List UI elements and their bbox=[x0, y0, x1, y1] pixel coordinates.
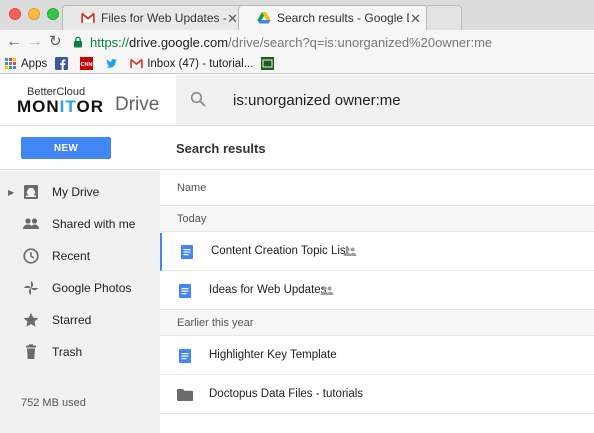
bookmark-label: Inbox (47) - tutorial... bbox=[147, 57, 254, 70]
cnn-icon: CNN bbox=[80, 57, 94, 70]
sidebar: ▶ My Drive Shared with me Recent Google … bbox=[0, 171, 160, 433]
page-title: Search results bbox=[176, 141, 266, 156]
file-row[interactable]: Ideas for Web Updates bbox=[160, 272, 594, 310]
window-close-button[interactable] bbox=[9, 8, 21, 20]
tab-title: Files for Web Updates - Invitati bbox=[101, 11, 226, 25]
twitter-icon bbox=[106, 59, 118, 68]
svg-text:CNN: CNN bbox=[81, 62, 93, 68]
column-header-name[interactable]: Name bbox=[160, 171, 594, 206]
section-header-earlier-this-year: Earlier this year bbox=[160, 311, 594, 336]
bookmark-twitter[interactable] bbox=[105, 57, 122, 70]
sidebar-item-shared-with-me[interactable]: Shared with me bbox=[0, 209, 160, 239]
bookmark-inbox[interactable]: Inbox (47) - tutorial... bbox=[130, 57, 253, 70]
apps-grid-icon bbox=[5, 58, 16, 69]
lock-icon bbox=[74, 36, 82, 48]
google-drive-icon bbox=[257, 12, 271, 24]
sidebar-item-my-drive[interactable]: ▶ My Drive bbox=[0, 177, 160, 207]
file-row[interactable]: Content Creation Topic List bbox=[160, 233, 594, 271]
new-tab-button[interactable] bbox=[426, 5, 462, 30]
bookmark-badge-icon bbox=[261, 57, 275, 70]
new-button[interactable]: NEW bbox=[21, 137, 111, 159]
bookmark-label: Apps bbox=[21, 57, 48, 70]
people-icon bbox=[23, 218, 39, 229]
file-row[interactable]: Doctopus Data Files - tutorials bbox=[160, 376, 594, 414]
sidebar-item-trash[interactable]: Trash bbox=[0, 337, 160, 367]
browser-tab-gmail[interactable]: Files for Web Updates - Invitati ✕ bbox=[62, 5, 245, 30]
drive-header: BetterCloud MONITOR Drive is:unorganized… bbox=[0, 75, 594, 126]
file-name: Content Creation Topic List bbox=[211, 245, 349, 257]
browser-tab-strip: Files for Web Updates - Invitati ✕ Searc… bbox=[0, 0, 594, 30]
url-path: /drive/search?q=is:unorganized%20owner:m… bbox=[228, 34, 493, 50]
bookmark-badge[interactable] bbox=[261, 57, 278, 70]
folder-icon bbox=[177, 389, 193, 401]
search-icon[interactable] bbox=[190, 91, 206, 107]
storage-usage: 752 MB used bbox=[21, 397, 86, 409]
bookmark-facebook[interactable] bbox=[55, 57, 72, 70]
sidebar-item-starred[interactable]: Starred bbox=[0, 305, 160, 335]
action-row: NEW Search results bbox=[0, 126, 594, 170]
gmail-icon bbox=[130, 58, 143, 69]
sidebar-item-recent[interactable]: Recent bbox=[0, 241, 160, 271]
search-bar[interactable]: is:unorganized owner:me bbox=[176, 75, 594, 125]
window-zoom-button[interactable] bbox=[47, 8, 59, 20]
expand-arrow-icon[interactable]: ▶ bbox=[8, 188, 14, 197]
close-tab-icon[interactable]: ✕ bbox=[227, 11, 238, 27]
url-host: drive.google.com bbox=[129, 34, 229, 50]
google-doc-icon bbox=[179, 349, 191, 363]
file-name: Doctopus Data Files - tutorials bbox=[209, 388, 364, 400]
star-icon bbox=[23, 312, 39, 327]
url-scheme: https:// bbox=[90, 34, 130, 50]
window-minimize-button[interactable] bbox=[28, 8, 40, 20]
pinwheel-icon bbox=[24, 281, 38, 295]
browser-tab-drive[interactable]: Search results - Google Drive ✕ bbox=[238, 5, 428, 30]
facebook-icon bbox=[55, 57, 69, 70]
address-bar[interactable]: https://drive.google.com/drive/search?q=… bbox=[72, 31, 594, 53]
google-doc-icon bbox=[181, 245, 193, 259]
file-name: Highlighter Key Template bbox=[209, 349, 337, 361]
forward-arrow-icon[interactable]: → bbox=[27, 33, 43, 51]
trash-icon bbox=[26, 344, 36, 359]
file-name: Ideas for Web Updates bbox=[209, 284, 327, 296]
file-list: Name Today Content Creation Topic List I… bbox=[160, 171, 594, 433]
shared-people-icon bbox=[320, 286, 334, 295]
bookmarks-bar: Apps CNN Inbox (47) - tutorial... bbox=[0, 54, 594, 74]
search-input[interactable]: is:unorganized owner:me bbox=[233, 92, 401, 109]
reload-icon[interactable]: ↻ bbox=[49, 33, 62, 51]
shared-people-icon bbox=[343, 247, 357, 256]
section-header-today: Today bbox=[160, 207, 594, 232]
back-arrow-icon[interactable]: ← bbox=[6, 33, 22, 51]
tab-title: Search results - Google Drive bbox=[277, 11, 409, 25]
clock-icon bbox=[23, 248, 39, 264]
close-tab-icon[interactable]: ✕ bbox=[410, 11, 421, 27]
browser-toolbar: ← → ↻ https://drive.google.com/drive/sea… bbox=[0, 30, 594, 54]
gmail-icon bbox=[81, 12, 95, 24]
bookmark-apps[interactable]: Apps bbox=[4, 57, 47, 70]
file-row[interactable]: Highlighter Key Template bbox=[160, 337, 594, 375]
bookmark-cnn[interactable]: CNN bbox=[80, 57, 97, 70]
sidebar-item-google-photos[interactable]: Google Photos bbox=[0, 273, 160, 303]
google-doc-icon bbox=[179, 284, 191, 298]
logo-product-name: Drive bbox=[115, 94, 160, 115]
drive-icon bbox=[24, 185, 38, 199]
logo-brand-main: MONITOR bbox=[17, 97, 104, 116]
